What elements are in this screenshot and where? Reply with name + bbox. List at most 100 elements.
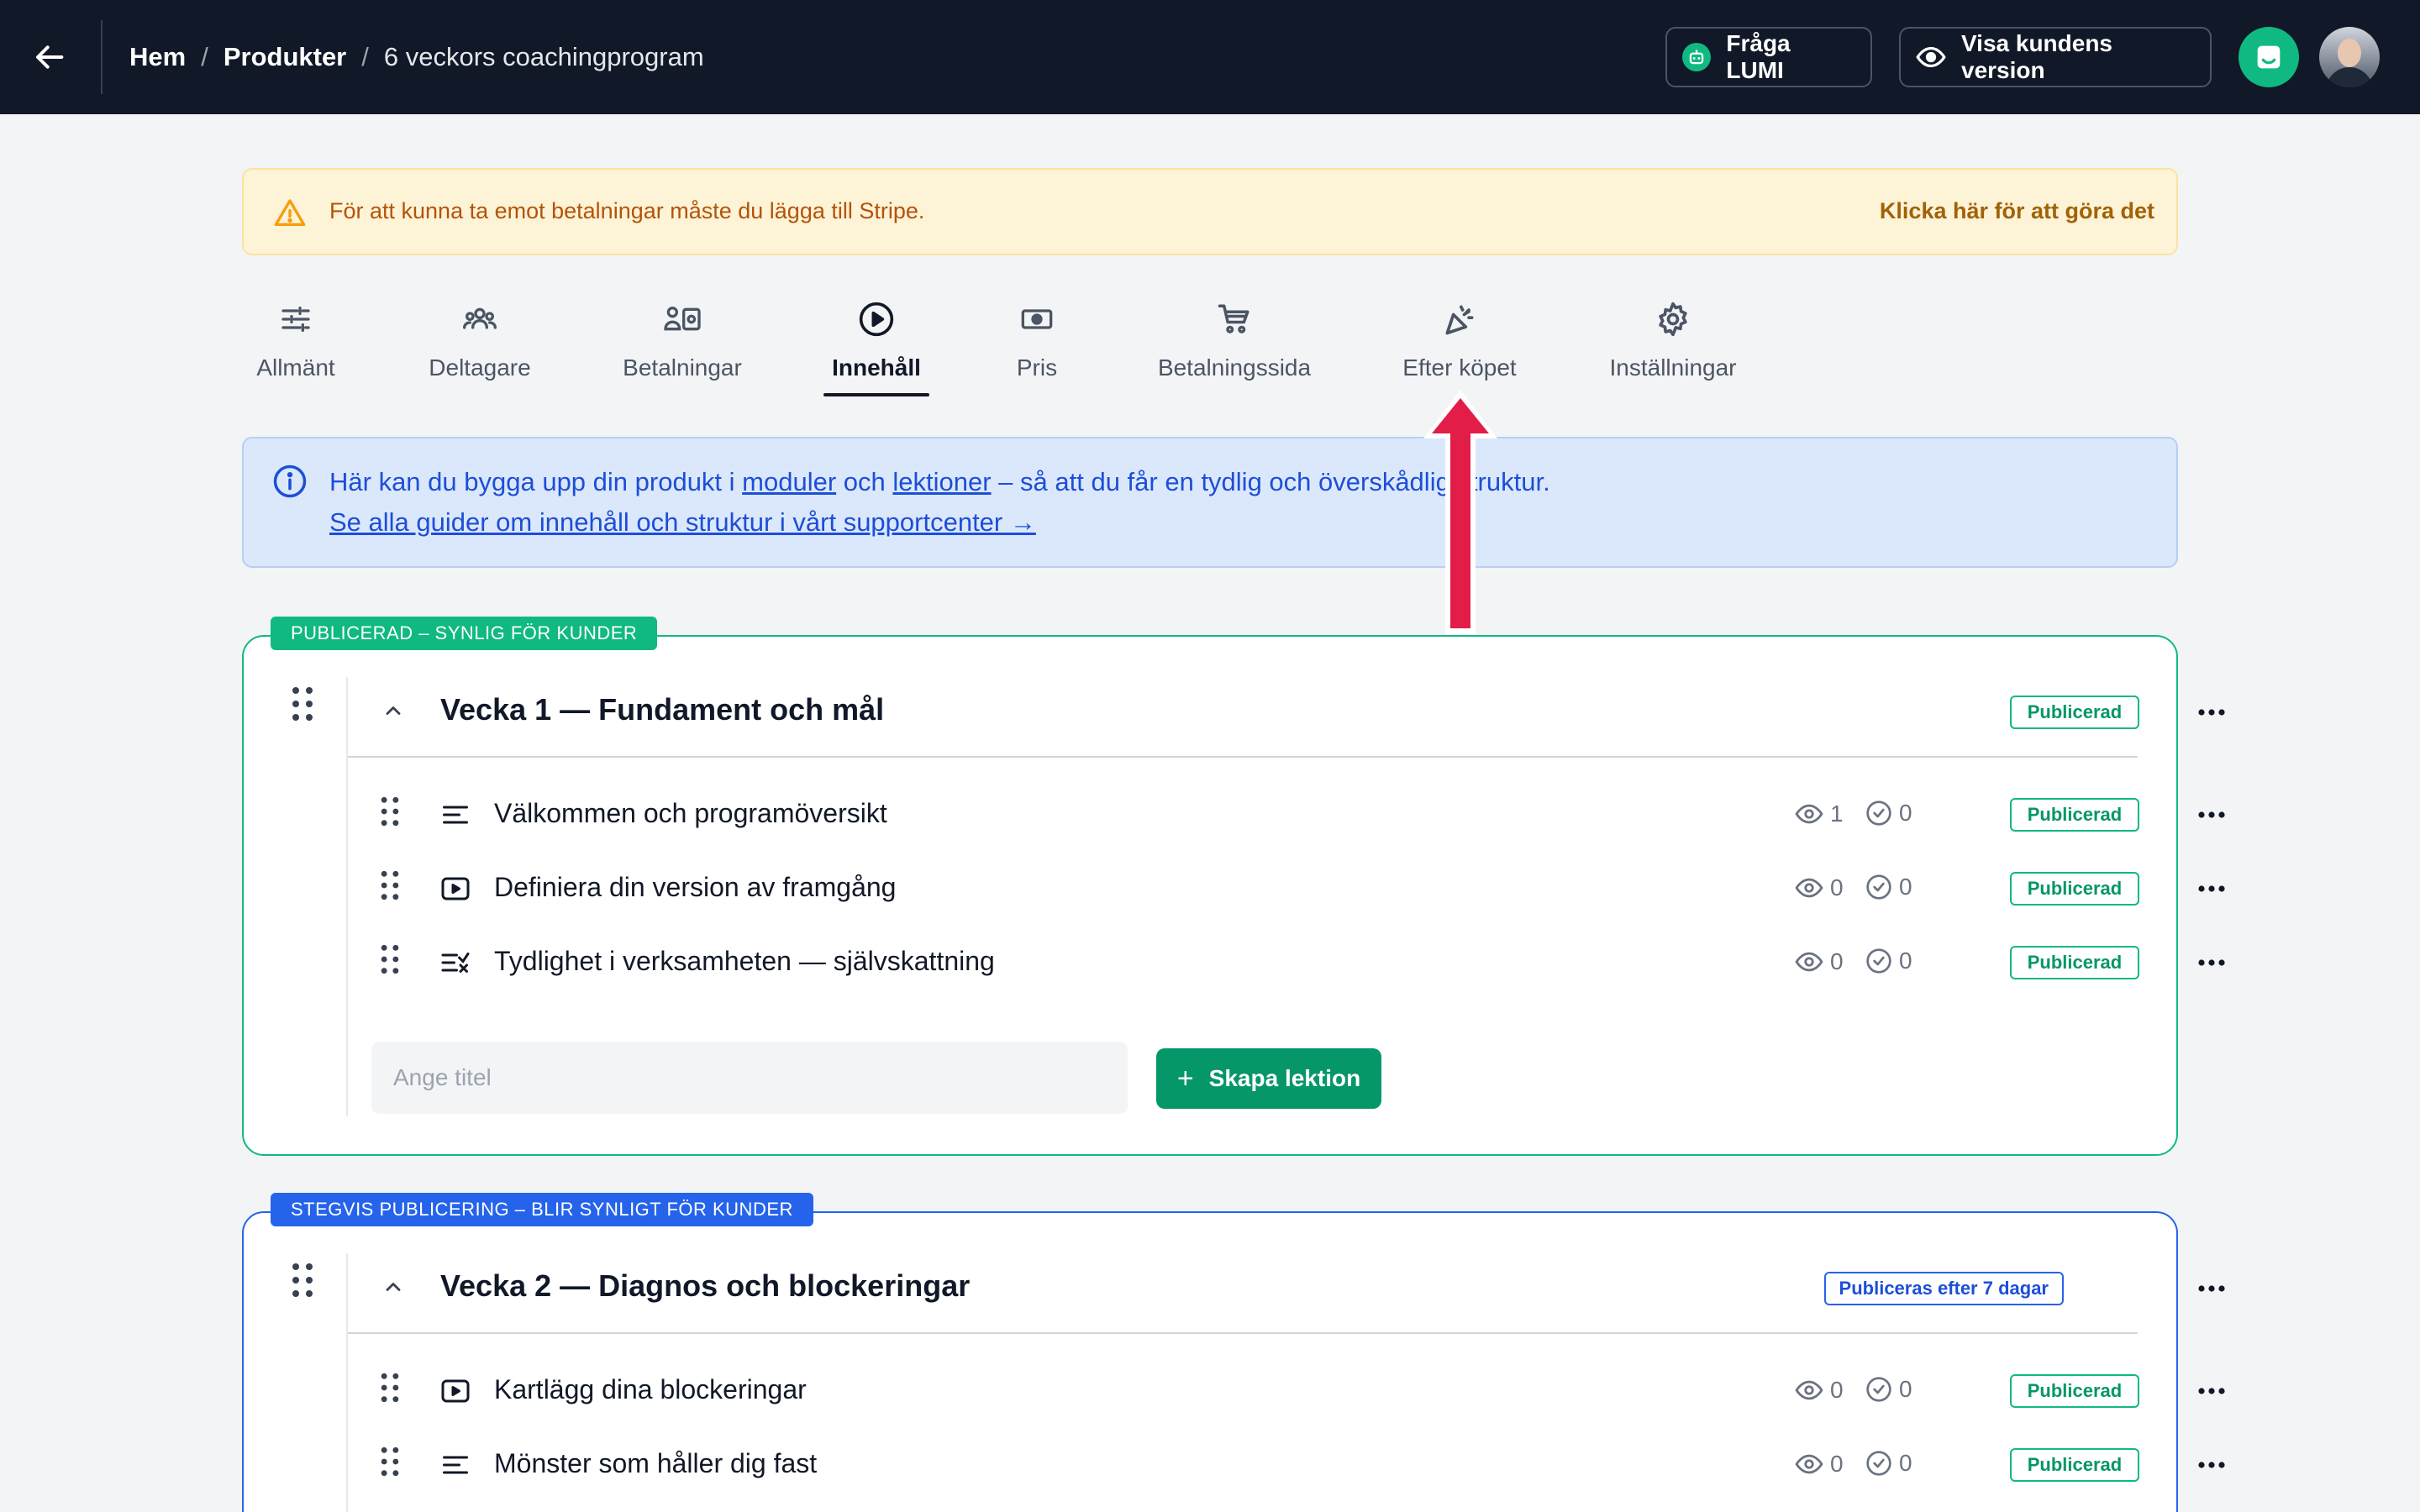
- drag-handle-icon[interactable]: [380, 869, 400, 906]
- breadcrumb-products[interactable]: Produkter: [224, 42, 346, 72]
- lesson-title[interactable]: Kartlägg dina blockeringar: [494, 1374, 807, 1405]
- views-count: 0: [1830, 1451, 1844, 1477]
- views-count: 0: [1830, 1377, 1844, 1403]
- more-options-icon[interactable]: [2191, 1448, 2232, 1482]
- module-title[interactable]: Vecka 2 — Diagnos och blockeringar: [440, 1268, 970, 1304]
- tab-checkout-page[interactable]: Betalningssida: [1155, 299, 1314, 400]
- status-badge: Publicerad: [2010, 872, 2139, 906]
- inbox-app-icon[interactable]: [2238, 27, 2299, 87]
- customer-view-button[interactable]: Visa kundens version: [1899, 27, 2212, 87]
- quiz-icon: [440, 948, 471, 982]
- lesson-title[interactable]: Mönster som håller dig fast: [494, 1448, 817, 1479]
- views-stat: 1: [1795, 800, 1844, 828]
- lesson-title[interactable]: Tydlighet i verksamheten — självskattnin…: [494, 946, 995, 977]
- video-icon: [440, 874, 471, 908]
- tab-content[interactable]: Innehåll: [823, 299, 929, 400]
- status-badge: Publicerad: [2010, 1374, 2139, 1408]
- more-options-icon[interactable]: [2191, 872, 2232, 906]
- create-lesson-button[interactable]: + Skapa lektion: [1156, 1048, 1381, 1109]
- lesson-row[interactable]: Definiera din version av framgång 0 0 Pu…: [348, 852, 2225, 926]
- warning-message: För att kunna ta emot betalningar måste …: [329, 198, 925, 223]
- views-count: 0: [1830, 948, 1844, 974]
- info-icon: [272, 464, 308, 503]
- stripe-warning-banner: För att kunna ta emot betalningar måste …: [242, 168, 2178, 255]
- more-options-icon[interactable]: [2191, 946, 2232, 979]
- support-guides-link[interactable]: Se alla guider om innehåll och struktur …: [329, 507, 1036, 538]
- module-status-tag: PUBLICERAD – SYNLIG FÖR KUNDER: [271, 617, 658, 650]
- tab-settings[interactable]: Inställningar: [1605, 299, 1741, 400]
- lesson-row[interactable]: Välkommen och programöversikt 1 0 Public…: [348, 778, 2225, 852]
- active-tab-indicator: [823, 393, 929, 396]
- module-header: Vecka 2 — Diagnos och blockeringar Publi…: [348, 1243, 2225, 1334]
- tab-price[interactable]: Pris: [1013, 299, 1060, 400]
- new-lesson-title-input[interactable]: [371, 1042, 1128, 1114]
- chevron-up-icon[interactable]: [381, 699, 405, 727]
- views-stat: 0: [1795, 1450, 1844, 1478]
- lesson-title[interactable]: Definiera din version av framgång: [494, 872, 896, 903]
- info-text-part: och: [836, 467, 893, 496]
- breadcrumb-current: 6 veckors coachingprogram: [383, 42, 704, 71]
- warning-triangle-icon: [272, 197, 308, 234]
- tab-label: Deltagare: [429, 354, 531, 381]
- more-options-icon[interactable]: [2191, 696, 2232, 729]
- drag-handle-icon[interactable]: [380, 795, 400, 832]
- lesson-row[interactable]: Tydlighet i verksamheten — självskattnin…: [348, 926, 2225, 1000]
- more-options-icon[interactable]: [2191, 1374, 2232, 1408]
- completed-stat: 0: [1865, 874, 1912, 900]
- tab-label: Inställningar: [1609, 354, 1737, 381]
- play-circle-icon: [856, 299, 897, 339]
- video-icon: [440, 1376, 471, 1410]
- user-avatar[interactable]: [2319, 27, 2380, 87]
- completed-stat: 0: [1865, 1376, 1912, 1403]
- drag-handle-icon[interactable]: [380, 1371, 400, 1409]
- cart-icon: [1214, 299, 1255, 339]
- completed-count: 0: [1899, 1376, 1912, 1402]
- completed-count: 0: [1899, 874, 1912, 900]
- drag-handle-icon[interactable]: [380, 1445, 400, 1483]
- more-options-icon[interactable]: [2191, 1272, 2232, 1305]
- tab-label: Betalningssida: [1157, 354, 1312, 381]
- drag-handle-icon[interactable]: [291, 1262, 314, 1303]
- modules-link[interactable]: moduler: [742, 467, 836, 496]
- completed-stat: 0: [1865, 1450, 1912, 1477]
- tab-payments[interactable]: Betalningar: [618, 299, 746, 400]
- create-lesson-label: Skapa lektion: [1208, 1065, 1361, 1091]
- payments-icon: [662, 299, 702, 339]
- completed-stat: 0: [1865, 948, 1912, 974]
- lessons-link[interactable]: lektioner: [892, 467, 991, 496]
- views-stat: 0: [1795, 948, 1844, 976]
- tab-general[interactable]: Allmänt: [250, 299, 341, 400]
- module-title[interactable]: Vecka 1 — Fundament och mål: [440, 692, 884, 727]
- party-icon: [1439, 299, 1480, 339]
- lesson-title[interactable]: Välkommen och programöversikt: [494, 798, 887, 829]
- chevron-up-icon[interactable]: [381, 1275, 405, 1303]
- completed-count: 0: [1899, 948, 1912, 974]
- drag-handle-icon[interactable]: [291, 685, 314, 727]
- views-stat: 0: [1795, 1376, 1844, 1404]
- status-badge: Publicerad: [2010, 946, 2139, 979]
- completed-count: 0: [1899, 800, 1912, 826]
- tab-after-purchase[interactable]: Efter köpet: [1400, 299, 1519, 400]
- back-arrow-icon[interactable]: [30, 37, 71, 77]
- tab-participants[interactable]: Deltagare: [425, 299, 534, 400]
- top-bar: Hem / Produkter / 6 veckors coachingprog…: [0, 0, 2420, 114]
- lesson-row[interactable]: Mönster som håller dig fast 0 0 Publicer…: [348, 1428, 2225, 1502]
- completed-stat: 0: [1865, 800, 1912, 827]
- lesson-row[interactable]: Kartlägg dina blockeringar 0 0 Publicera…: [348, 1354, 2225, 1428]
- breadcrumb: Hem / Produkter / 6 veckors coachingprog…: [129, 37, 704, 77]
- views-count: 1: [1830, 801, 1844, 827]
- warning-action-link[interactable]: Klicka här för att göra det: [1880, 198, 2154, 224]
- status-badge: Publicerad: [2010, 798, 2139, 832]
- info-text: Här kan du bygga upp din produkt i modul…: [329, 467, 1550, 497]
- users-icon: [460, 299, 500, 339]
- schedule-badge: Publiceras efter 7 dagar: [1823, 1272, 2064, 1305]
- breadcrumb-home[interactable]: Hem: [129, 42, 186, 72]
- drag-handle-icon[interactable]: [380, 942, 400, 980]
- completed-count: 0: [1899, 1450, 1912, 1476]
- views-stat: 0: [1795, 874, 1844, 902]
- more-options-icon[interactable]: [2191, 798, 2232, 832]
- module-card: STEGVIS PUBLICERING – BLIR SYNLIGT FÖR K…: [242, 1193, 2225, 1512]
- topbar-divider: [101, 20, 103, 94]
- ask-lumi-label: Fråga LUMI: [1726, 30, 1791, 83]
- ask-lumi-button[interactable]: Fråga LUMI: [1665, 27, 1872, 87]
